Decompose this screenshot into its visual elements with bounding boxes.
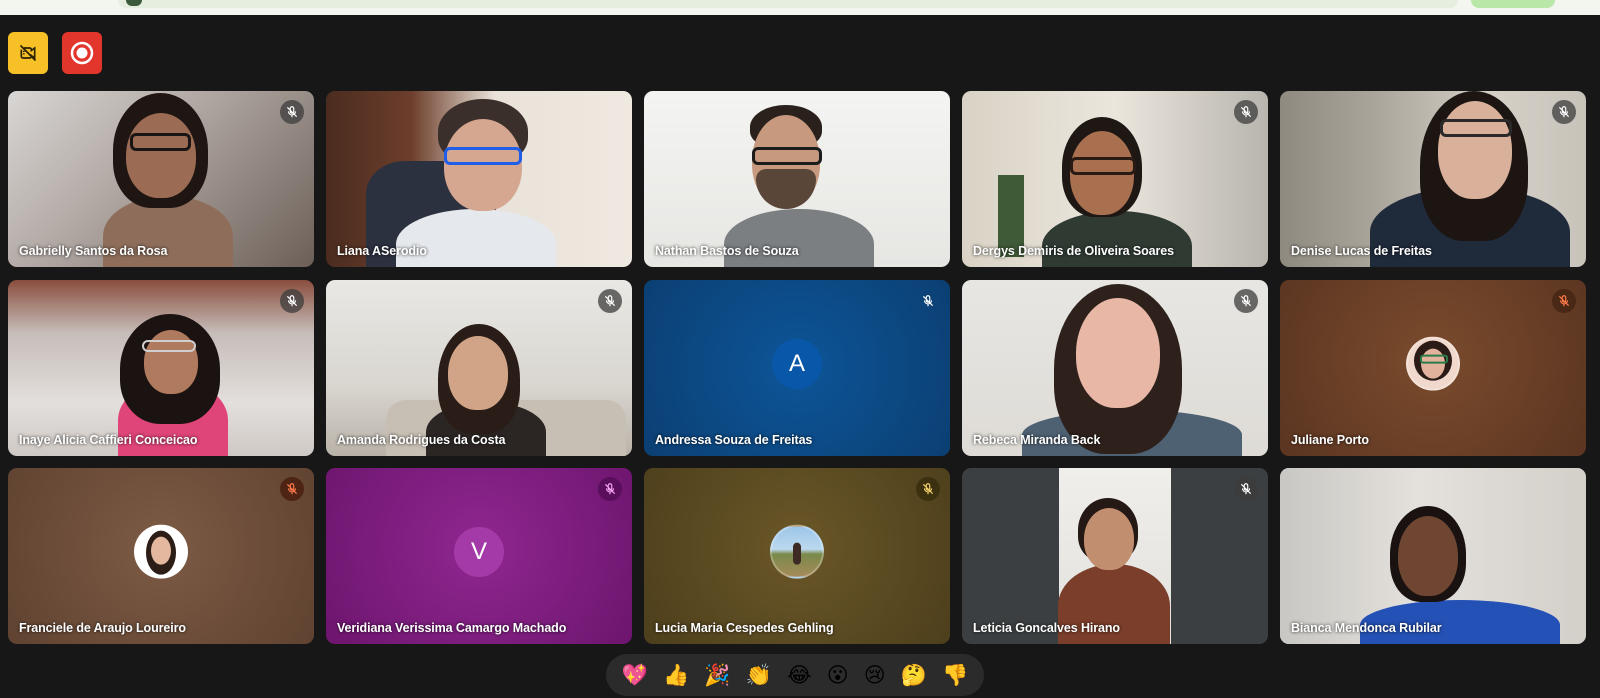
mic-off-icon bbox=[1234, 477, 1258, 501]
participant-tile-rebeca[interactable]: Rebeca Miranda Back bbox=[962, 280, 1268, 456]
mic-off-icon bbox=[280, 289, 304, 313]
reaction-laughing[interactable]: 😂 bbox=[787, 664, 812, 686]
avatar-photo bbox=[1406, 336, 1460, 391]
record-icon bbox=[70, 41, 94, 65]
mic-off-icon bbox=[280, 100, 304, 124]
participant-tile-nathan[interactable]: Nathan Bastos de Souza bbox=[644, 91, 950, 267]
mic-off-icon bbox=[916, 477, 940, 501]
reaction-surprised[interactable]: 😮 bbox=[827, 664, 849, 686]
mic-off-icon bbox=[598, 289, 622, 313]
participant-name: Andressa Souza de Freitas bbox=[655, 433, 813, 447]
participant-tile-veridiana[interactable]: V Veridiana Verissima Camargo Machado bbox=[326, 468, 632, 644]
mic-off-icon bbox=[1234, 100, 1258, 124]
participant-name: Dergys Demiris de Oliveira Soares bbox=[973, 244, 1174, 258]
record-button[interactable] bbox=[62, 32, 102, 74]
reaction-sparkling-heart[interactable]: 💖 bbox=[622, 664, 648, 686]
browser-top-bar bbox=[0, 0, 1600, 15]
participant-name: Gabrielly Santos da Rosa bbox=[19, 244, 168, 258]
participant-tile-denise[interactable]: Denise Lucas de Freitas bbox=[1280, 91, 1586, 267]
participant-tile-bianca[interactable]: Bianca Mendonca Rubilar bbox=[1280, 468, 1586, 644]
top-green-button[interactable] bbox=[1471, 0, 1555, 8]
participant-tile-andressa[interactable]: A Andressa Souza de Freitas bbox=[644, 280, 950, 456]
mic-off-icon bbox=[280, 477, 304, 501]
participant-name: Rebeca Miranda Back bbox=[973, 433, 1101, 447]
avatar-initial: V bbox=[454, 527, 504, 577]
participant-tile-leticia[interactable]: Leticia Goncalves Hirano bbox=[962, 468, 1268, 644]
participant-tile-lucia[interactable]: Lucia Maria Cespedes Gehling bbox=[644, 468, 950, 644]
reaction-thumbs-up[interactable]: 👍 bbox=[663, 664, 689, 686]
top-search-pill[interactable] bbox=[118, 0, 1458, 8]
participant-name: Lucia Maria Cespedes Gehling bbox=[655, 621, 834, 635]
participant-name: Veridiana Verissima Camargo Machado bbox=[337, 621, 567, 635]
mic-off-icon bbox=[1552, 100, 1576, 124]
mic-off-icon bbox=[916, 289, 940, 313]
participant-tile-dergys[interactable]: Dergys Demiris de Oliveira Soares bbox=[962, 91, 1268, 267]
reaction-crying[interactable]: 😢 bbox=[864, 664, 886, 686]
participant-tile-amanda[interactable]: Amanda Rodrigues da Costa bbox=[326, 280, 632, 456]
participant-name: Amanda Rodrigues da Costa bbox=[337, 433, 506, 447]
avatar-initial: A bbox=[772, 339, 822, 389]
reaction-clapping[interactable]: 👏 bbox=[746, 664, 772, 686]
avatar-photo bbox=[134, 524, 188, 579]
reactions-bar: 💖 👍 🎉 👏 😂 😮 😢 🤔 👎 bbox=[606, 654, 984, 696]
participant-name: Leticia Goncalves Hirano bbox=[973, 621, 1120, 635]
participant-name: Juliane Porto bbox=[1291, 433, 1369, 447]
participant-name: Nathan Bastos de Souza bbox=[655, 244, 799, 258]
participant-tile-gabrielly[interactable]: Gabrielly Santos da Rosa bbox=[8, 91, 314, 267]
camera-off-button[interactable] bbox=[8, 32, 48, 74]
participant-name: Franciele de Araujo Loureiro bbox=[19, 621, 186, 635]
participant-tile-liana[interactable]: Liana ASerodio bbox=[326, 91, 632, 267]
mic-off-icon bbox=[1552, 289, 1576, 313]
reaction-thumbs-down[interactable]: 👎 bbox=[942, 664, 968, 686]
mic-off-icon bbox=[598, 477, 622, 501]
participant-name: Denise Lucas de Freitas bbox=[1291, 244, 1432, 258]
avatar-letter: A bbox=[788, 350, 805, 377]
reaction-thinking[interactable]: 🤔 bbox=[901, 664, 927, 686]
participant-name: Inaye Alicia Caffieri Conceicao bbox=[19, 433, 198, 447]
participant-tile-franciele[interactable]: Franciele de Araujo Loureiro bbox=[8, 468, 314, 644]
participant-name: Liana ASerodio bbox=[337, 244, 427, 258]
mic-off-icon bbox=[1234, 289, 1258, 313]
participant-name: Bianca Mendonca Rubilar bbox=[1291, 621, 1442, 635]
participant-tile-juliane[interactable]: Juliane Porto bbox=[1280, 280, 1586, 456]
camera-off-icon bbox=[19, 44, 37, 62]
avatar-photo bbox=[770, 524, 824, 579]
avatar-letter: V bbox=[470, 538, 487, 565]
reaction-party-popper[interactable]: 🎉 bbox=[704, 664, 730, 686]
participant-tile-inaye[interactable]: Inaye Alicia Caffieri Conceicao bbox=[8, 280, 314, 456]
